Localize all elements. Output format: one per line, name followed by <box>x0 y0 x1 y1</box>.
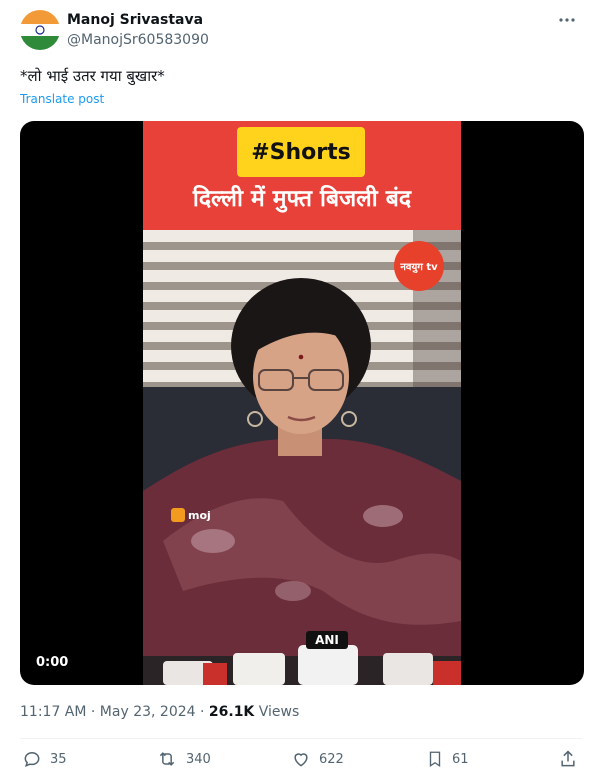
divider <box>20 738 582 739</box>
translate-post-link[interactable]: Translate post <box>20 92 104 106</box>
channel-logo: नवयुग tv <box>394 241 444 291</box>
repost-icon <box>159 752 175 766</box>
moj-logo-icon <box>171 508 185 522</box>
video-player[interactable]: #Shorts दिल्ली में मुफ्त बिजली बंद ANI न… <box>20 121 584 685</box>
bookmark-count: 61 <box>452 751 469 767</box>
repost-count: 340 <box>186 751 211 767</box>
avatar[interactable] <box>20 10 60 50</box>
action-bar: 35 340 622 61 <box>20 749 582 777</box>
post-meta: 11:17 AM · May 23, 2024 · 26.1K Views <box>20 704 299 720</box>
reply-button[interactable]: 35 <box>22 749 67 769</box>
video-frame: #Shorts दिल्ली में मुफ्त बिजली बंद ANI न… <box>143 121 461 685</box>
reply-count: 35 <box>50 751 67 767</box>
views-label: Views <box>254 704 300 720</box>
moj-watermark: moj <box>171 508 211 522</box>
heart-icon <box>294 753 308 767</box>
video-timestamp: 0:00 <box>36 655 69 670</box>
post-text: *लो भाई उतर गया बुखार* <box>20 67 165 85</box>
moj-watermark-text: moj <box>188 508 211 522</box>
views-count: 26.1K <box>208 704 255 720</box>
like-count: 622 <box>319 751 344 767</box>
share-button[interactable] <box>558 749 578 769</box>
author-handle[interactable]: @ManojSr60583090 <box>67 32 209 48</box>
like-button[interactable]: 622 <box>291 749 344 769</box>
bookmark-icon <box>429 751 441 768</box>
flag-avatar-image <box>20 10 60 50</box>
speaker-figure <box>143 278 461 685</box>
bookmark-button[interactable]: 61 <box>426 749 469 769</box>
reply-icon <box>24 751 40 767</box>
ani-mic-label: ANI <box>306 631 348 649</box>
repost-button[interactable]: 340 <box>156 749 211 769</box>
share-icon <box>561 750 575 767</box>
post-time[interactable]: 11:17 AM · May 23, 2024 · <box>20 704 209 720</box>
author-name[interactable]: Manoj Srivastava <box>67 12 203 28</box>
more-options-icon[interactable] <box>552 10 582 30</box>
